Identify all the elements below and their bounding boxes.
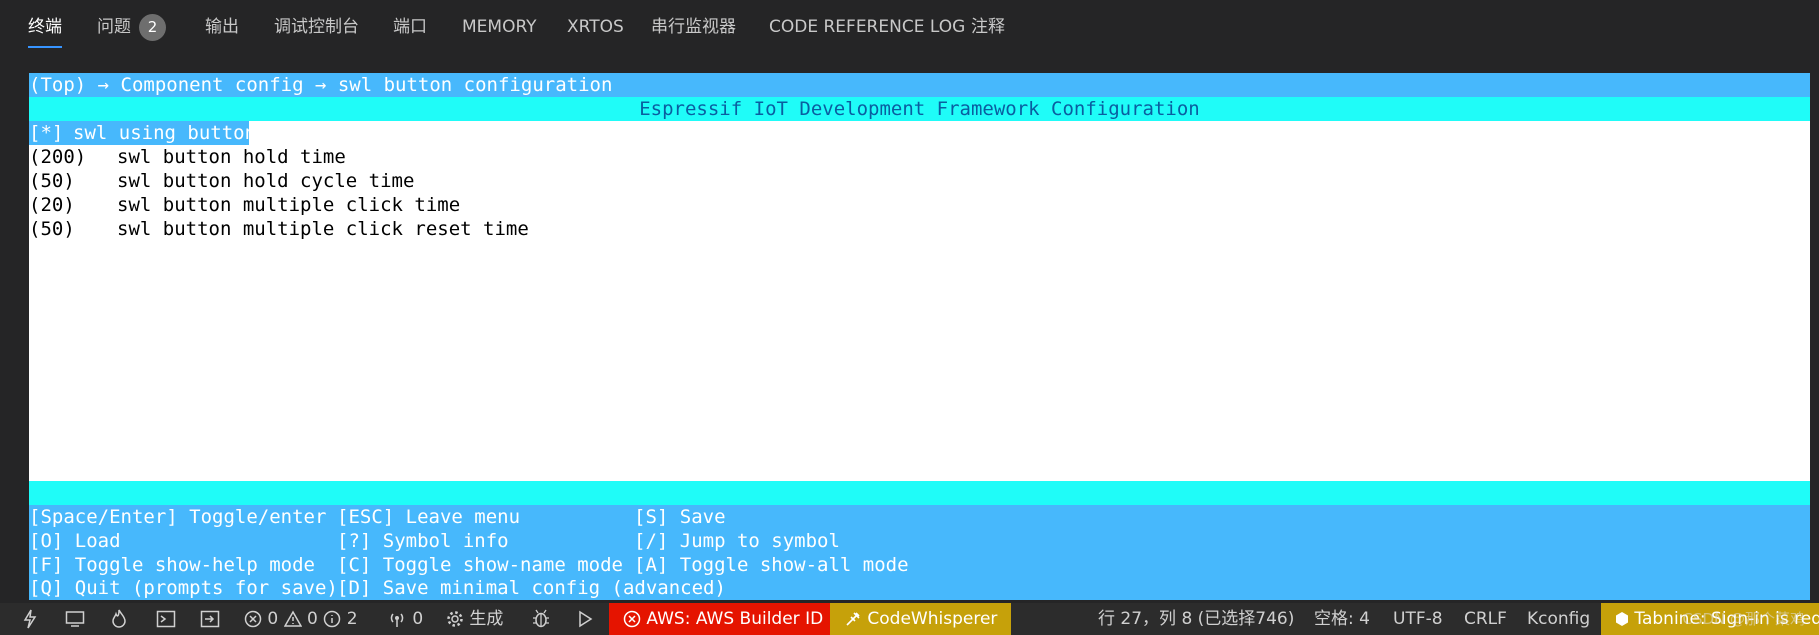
- tab-xrtos-label: XRTOS: [567, 17, 624, 37]
- tabnine-hex-icon: [1615, 609, 1634, 629]
- problems-count-badge: 2: [139, 14, 166, 41]
- error-circle-icon: [623, 609, 646, 629]
- help-line: [F] Toggle show-help mode [C] Toggle sho…: [29, 553, 1810, 577]
- eol-text: CRLF: [1464, 609, 1507, 629]
- language-mode[interactable]: Kconfig: [1527, 603, 1590, 635]
- indentation-text: 空格: 4: [1314, 609, 1370, 629]
- tab-serial-monitor[interactable]: 串行监视器: [651, 14, 736, 40]
- menu-item-label: swl using button: [73, 122, 257, 144]
- error-icon: [244, 609, 267, 629]
- play-icon[interactable]: [577, 603, 593, 635]
- tab-problems[interactable]: 问题 2: [97, 14, 166, 41]
- help-key: [O] Load: [29, 530, 121, 552]
- help-key: [A] Toggle show-all mode: [634, 554, 909, 576]
- breadcrumb: (Top) → Component config → swl button co…: [29, 73, 1810, 97]
- codewhisperer-button[interactable]: CodeWhisperer: [830, 603, 1012, 635]
- codewhisperer-label: CodeWhisperer: [867, 609, 998, 629]
- help-key: [Q] Quit (prompts for save): [29, 577, 338, 599]
- help-key: [S] Save: [634, 506, 726, 528]
- error-count: 0: [267, 609, 279, 629]
- warning-count: 0: [307, 609, 318, 629]
- help-key: [?] Symbol info: [337, 530, 509, 552]
- broadcast-icon: [387, 609, 412, 629]
- tab-serial-monitor-label: 串行监视器: [651, 17, 736, 37]
- help-line: [Space/Enter] Toggle/enter [ESC] Leave m…: [29, 505, 1810, 529]
- help-key: [ESC] Leave menu: [337, 506, 521, 528]
- breadcrumb-text: (Top) → Component config → swl button co…: [29, 74, 613, 96]
- cursor-position-text: 行 27，列 8 (已选择746): [1098, 609, 1295, 629]
- tab-ports-label: 端口: [393, 17, 427, 37]
- build-label: 生成: [469, 609, 504, 629]
- menu-item[interactable]: (50) swl button multiple click reset tim…: [29, 217, 1810, 241]
- config-title-text: Espressif IoT Development Framework Conf…: [639, 98, 1200, 120]
- bug-icon[interactable]: [532, 603, 550, 635]
- upload-icon[interactable]: [200, 603, 220, 635]
- tab-code-reference-log[interactable]: CODE REFERENCE LOG: [769, 14, 965, 40]
- help-line: [Q] Quit (prompts for save) [D] Save min…: [29, 576, 1810, 600]
- tab-debug-console[interactable]: 调试控制台: [274, 14, 359, 40]
- menu-item-label: swl button multiple click reset time: [117, 218, 529, 240]
- help-key: [Space/Enter] Toggle/enter: [29, 506, 327, 528]
- tab-terminal[interactable]: 终端: [28, 14, 62, 48]
- plug-icon: [844, 609, 867, 629]
- tab-comments-label: 注释: [971, 17, 1005, 37]
- menu-item-label: swl button hold time: [117, 146, 346, 168]
- tab-problems-label: 问题: [97, 17, 131, 37]
- help-key: [/] Jump to symbol: [634, 530, 840, 552]
- info-count: 2: [346, 609, 358, 629]
- tab-terminal-label: 终端: [28, 17, 62, 37]
- tab-xrtos[interactable]: XRTOS: [567, 14, 624, 40]
- warning-icon: [283, 609, 307, 629]
- menu-item-label: swl button multiple click time: [117, 194, 461, 216]
- menu-item[interactable]: (200) swl button hold time: [29, 145, 1810, 169]
- config-title: Espressif IoT Development Framework Conf…: [29, 97, 1810, 121]
- help-key: [C] Toggle show-name mode: [337, 554, 623, 576]
- aws-connection-button[interactable]: AWS: AWS Builder ID: [609, 603, 838, 635]
- panel-tab-bar: 终端 问题 2 输出 调试控制台 端口 MEMORY XRTOS 串行监视器 CO…: [0, 0, 1819, 56]
- help-line: [O] Load [?] Symbol info [/] Jump to sym…: [29, 529, 1810, 553]
- gear-icon: [446, 609, 469, 629]
- menu-item-selected[interactable]: [*] swl using button: [29, 121, 1810, 145]
- monitor-icon[interactable]: [65, 603, 85, 635]
- problems-status[interactable]: 0 0 2: [244, 603, 358, 635]
- tab-output[interactable]: 输出: [205, 14, 239, 40]
- tab-debug-console-label: 调试控制台: [274, 17, 359, 37]
- menu-item-value: (50): [29, 218, 75, 240]
- watermark: CSDN @那个菜鸡: [1682, 610, 1805, 628]
- tab-code-reference-log-label: CODE REFERENCE LOG: [769, 17, 966, 37]
- language-text: Kconfig: [1527, 609, 1591, 629]
- terminal-menuconfig[interactable]: (Top) → Component config → swl button co…: [29, 73, 1810, 600]
- ports-count: 0: [412, 609, 424, 629]
- aws-label: AWS: AWS Builder ID: [646, 609, 824, 629]
- menu-item[interactable]: (20) swl button multiple click time: [29, 193, 1810, 217]
- info-icon: [323, 609, 346, 629]
- menu-item-value: [*]: [29, 122, 64, 144]
- encoding-text: UTF-8: [1393, 609, 1443, 629]
- eol-setting[interactable]: CRLF: [1464, 603, 1507, 635]
- flame-icon[interactable]: [111, 603, 127, 635]
- indentation-setting[interactable]: 空格: 4: [1314, 603, 1370, 635]
- cursor-position[interactable]: 行 27，列 8 (已选择746): [1098, 603, 1294, 635]
- lightning-icon[interactable]: [22, 603, 38, 635]
- tab-comments[interactable]: 注释: [971, 14, 1005, 40]
- build-button[interactable]: 生成: [446, 603, 503, 635]
- menu-item-value: (200): [29, 146, 87, 168]
- tab-memory[interactable]: MEMORY: [462, 14, 537, 40]
- tab-output-label: 输出: [205, 17, 239, 37]
- status-bar: 0 0 2 0 生成 AWS: AWS Builder ID CodeWhisp…: [0, 603, 1819, 635]
- help-key: [F] Toggle show-help mode: [29, 554, 315, 576]
- encoding-setting[interactable]: UTF-8: [1393, 603, 1443, 635]
- ports-status[interactable]: 0: [387, 603, 423, 635]
- terminal-icon[interactable]: [156, 603, 176, 635]
- menu-item-value: (20): [29, 194, 75, 216]
- tab-memory-label: MEMORY: [462, 17, 537, 37]
- tab-ports[interactable]: 端口: [393, 14, 427, 40]
- help-key: [D] Save minimal config (advanced): [337, 577, 726, 599]
- help-separator: [29, 481, 1810, 505]
- menu-item-label: swl button hold cycle time: [117, 170, 415, 192]
- menu-item[interactable]: (50) swl button hold cycle time: [29, 169, 1810, 193]
- menu-item-value: (50): [29, 170, 75, 192]
